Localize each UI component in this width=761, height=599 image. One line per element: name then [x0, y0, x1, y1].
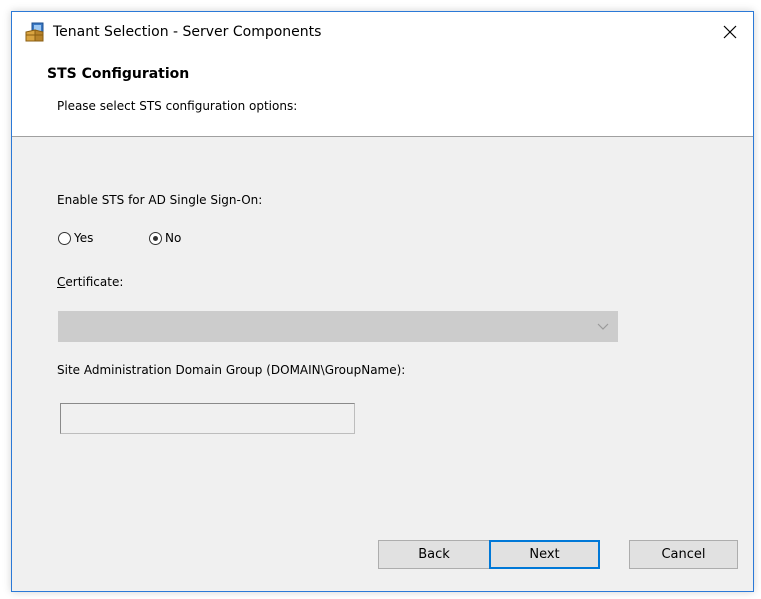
sts-no-label: No: [165, 231, 182, 245]
sts-yes-radio[interactable]: Yes: [58, 230, 93, 246]
certificate-label-text: ertificate:: [65, 275, 124, 289]
dialog-window: Tenant Selection - Server Components STS…: [11, 11, 754, 592]
sts-no-radio[interactable]: No: [149, 230, 181, 246]
radio-button-unchecked[interactable]: [58, 231, 71, 245]
certificate-dropdown[interactable]: [58, 311, 618, 342]
window-title: Tenant Selection - Server Components: [53, 24, 322, 40]
page-description: Please select STS configuration options:: [57, 99, 298, 113]
installer-box-icon: [25, 22, 44, 42]
sts-enable-label: Enable STS for AD Single Sign-On:: [57, 193, 263, 207]
title-bar: Tenant Selection - Server Components: [12, 12, 753, 52]
page-title: STS Configuration: [47, 66, 190, 82]
close-button[interactable]: [707, 12, 753, 52]
close-icon: [723, 25, 737, 39]
chevron-down-icon: [597, 323, 609, 330]
header-banner: STS Configuration Please select STS conf…: [12, 52, 753, 137]
back-button[interactable]: Back: [378, 540, 490, 569]
certificate-label: Certificate:: [57, 274, 123, 290]
admin-group-input[interactable]: [60, 403, 355, 434]
next-button[interactable]: Next: [489, 540, 600, 569]
admin-group-label: Site Administration Domain Group (DOMAIN…: [57, 363, 406, 377]
radio-button-checked[interactable]: [149, 231, 162, 245]
cancel-button[interactable]: Cancel: [629, 540, 738, 569]
sts-yes-label: Yes: [74, 231, 94, 245]
